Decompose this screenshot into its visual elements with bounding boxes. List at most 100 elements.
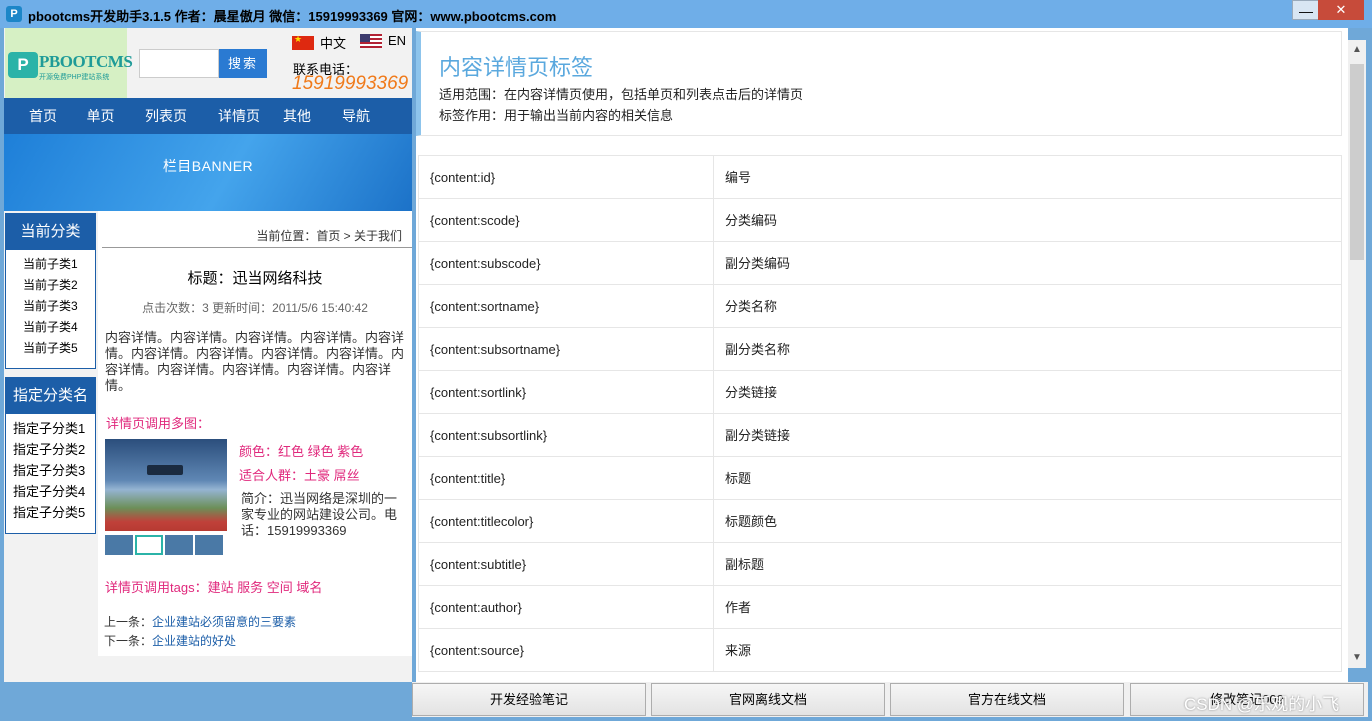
vertical-scrollbar[interactable]: ▲ ▼ [1348, 40, 1366, 668]
multi-image-label: 详情页调用多图： [106, 416, 211, 431]
lang-cn[interactable]: 中文 [292, 33, 346, 52]
tag-cell: {content:author} [419, 586, 714, 628]
window-title-bar: P pbootcms开发助手3.1.5 作者：晨星傲月 微信：159199933… [0, 0, 1372, 28]
article-meta: 点击次数：3 更新时间：2011/5/6 15:40:42 [142, 301, 368, 315]
specified-subcategory[interactable]: 指定子分类3 [6, 460, 95, 481]
article-intro: 简介：迅当网络是深圳的一家专业的网站建设公司。电话：15919993369 [241, 491, 398, 538]
tag-cell: {content:scode} [419, 199, 714, 241]
gallery-main-image[interactable] [105, 439, 227, 531]
docs-scope: 适用范围：在内容详情页使用，包括单页和列表点击后的详情页 [439, 87, 804, 102]
table-row: {content:subscode} 副分类编码 [418, 242, 1342, 285]
desc-cell: 标题 [725, 471, 752, 486]
gallery-thumbnail[interactable] [105, 535, 133, 555]
desc-cell: 分类链接 [725, 385, 778, 400]
next-link[interactable]: 企业建站的好处 [152, 634, 236, 648]
gallery-thumbnail[interactable] [195, 535, 223, 555]
image-gallery [105, 439, 227, 557]
tag-cell: {content:titlecolor} [419, 500, 714, 542]
tag-cell: {content:subtitle} [419, 543, 714, 585]
close-button[interactable]: ✕ [1318, 0, 1364, 20]
desc-cell: 分类编码 [725, 213, 778, 228]
table-row: {content:author} 作者 [418, 586, 1342, 629]
table-row: {content:subsortname} 副分类名称 [418, 328, 1342, 371]
tag-cell: {content:title} [419, 457, 714, 499]
table-row: {content:id} 编号 [418, 156, 1342, 199]
article-area: 当前位置：首页 > 关于我们 标题：迅当网络科技 点击次数：3 更新时间：201… [98, 211, 412, 656]
nav-navigation[interactable]: 导航 [329, 98, 383, 134]
current-category-title: 当前分类 [6, 214, 95, 250]
attr-people: 适合人群：土豪 屌丝 [239, 468, 360, 483]
scroll-down-arrow-icon[interactable]: ▼ [1348, 648, 1366, 668]
scroll-thumb[interactable] [1350, 64, 1364, 260]
specified-subcategory[interactable]: 指定子分类1 [6, 418, 95, 439]
site-logo[interactable]: P PBOOTCMS 开源免费PHP建站系统 [5, 28, 133, 98]
online-docs-button[interactable]: 官方在线文档 [890, 683, 1124, 716]
table-row: {content:sortlink} 分类链接 [418, 371, 1342, 414]
dev-notes-button[interactable]: 开发经验笔记 [412, 683, 646, 716]
article-tags: 详情页调用tags：建站 服务 空间 域名 [105, 580, 323, 595]
scroll-up-arrow-icon[interactable]: ▲ [1348, 40, 1366, 60]
minimize-button[interactable]: — [1292, 0, 1320, 20]
logo-mark-icon: P [8, 52, 38, 78]
tag-cell: {content:sortname} [419, 285, 714, 327]
table-row: {content:titlecolor} 标题颜色 [418, 500, 1342, 543]
article-title: 标题：迅当网络科技 [187, 270, 323, 287]
current-subcategory[interactable]: 当前子类5 [6, 338, 95, 359]
nav-home[interactable]: 首页 [4, 98, 82, 134]
prev-link[interactable]: 企业建站必须留意的三要素 [152, 615, 296, 629]
search-button[interactable]: 搜索 [219, 49, 267, 78]
column-banner: 栏目BANNER [4, 134, 412, 211]
search-input[interactable] [139, 49, 219, 78]
table-row: {content:subtitle} 副标题 [418, 543, 1342, 586]
tag-cell: {content:sortlink} [419, 371, 714, 413]
gallery-thumbnail[interactable] [135, 535, 163, 555]
specified-category-box: 指定分类名 指定子分类1 指定子分类2 指定子分类3 指定子分类4 指定子分类5 [5, 377, 96, 534]
table-row: {content:source} 来源 [418, 629, 1342, 672]
tag-cell: {content:subscode} [419, 242, 714, 284]
desc-cell: 分类名称 [725, 299, 778, 314]
us-flag-icon [360, 33, 382, 48]
divider [102, 247, 412, 248]
prev-label: 上一条： [104, 615, 153, 629]
offline-docs-button[interactable]: 官网离线文档 [651, 683, 885, 716]
china-flag-icon [292, 34, 314, 50]
current-subcategory[interactable]: 当前子类1 [6, 254, 95, 275]
tag-cell: {content:id} [419, 156, 714, 198]
current-subcategory[interactable]: 当前子类3 [6, 296, 95, 317]
desc-cell: 作者 [725, 600, 752, 615]
nav-other[interactable]: 其他 [265, 98, 329, 134]
specified-category-title: 指定分类名 [6, 378, 95, 414]
article-body: 内容详情。内容详情。内容详情。内容详情。内容详情。内容详情。内容详情。内容详情。… [105, 330, 405, 393]
tag-cell: {content:subsortname} [419, 328, 714, 370]
logo-text: PBOOTCMS [39, 52, 133, 71]
specified-subcategory[interactable]: 指定子分类5 [6, 502, 95, 523]
specified-subcategory[interactable]: 指定子分类2 [6, 439, 95, 460]
current-subcategory[interactable]: 当前子类4 [6, 317, 95, 338]
gallery-thumbnail[interactable] [165, 535, 193, 555]
app-icon: P [6, 6, 22, 22]
site-preview: P PBOOTCMS 开源免费PHP建站系统 搜索 中文 EN 联系电话： 15… [4, 28, 412, 682]
nav-detail[interactable]: 详情页 [213, 98, 265, 134]
nav-list[interactable]: 列表页 [119, 98, 213, 134]
desc-cell: 副分类链接 [725, 428, 791, 443]
current-subcategory[interactable]: 当前子类2 [6, 275, 95, 296]
nav-single[interactable]: 单页 [82, 98, 119, 134]
desc-cell: 副标题 [725, 557, 765, 572]
watermark: CSDN @乐观的小飞 [1184, 695, 1340, 714]
table-row: {content:title} 标题 [418, 457, 1342, 500]
table-row: {content:subsortlink} 副分类链接 [418, 414, 1342, 457]
desc-cell: 标题颜色 [725, 514, 778, 529]
docs-pane: 内容详情页标签 适用范围：在内容详情页使用，包括单页和列表点击后的详情页 标签作… [416, 28, 1348, 682]
docs-title: 内容详情页标签 [439, 55, 594, 80]
lang-cn-label: 中文 [320, 36, 347, 51]
tag-cell: {content:subsortlink} [419, 414, 714, 456]
docs-info-card: 内容详情页标签 适用范围：在内容详情页使用，包括单页和列表点击后的详情页 标签作… [416, 31, 1342, 136]
site-nav: 首页 单页 列表页 详情页 其他 导航 [4, 98, 412, 134]
lang-en[interactable]: EN [360, 33, 406, 48]
next-label: 下一条： [104, 634, 153, 648]
tag-cell: {content:source} [419, 629, 714, 671]
specified-subcategory[interactable]: 指定子分类4 [6, 481, 95, 502]
table-row: {content:scode} 分类编码 [418, 199, 1342, 242]
tag-table: {content:id} 编号 {content:scode} 分类编码 {cont… [418, 155, 1342, 672]
desc-cell: 编号 [725, 170, 752, 185]
